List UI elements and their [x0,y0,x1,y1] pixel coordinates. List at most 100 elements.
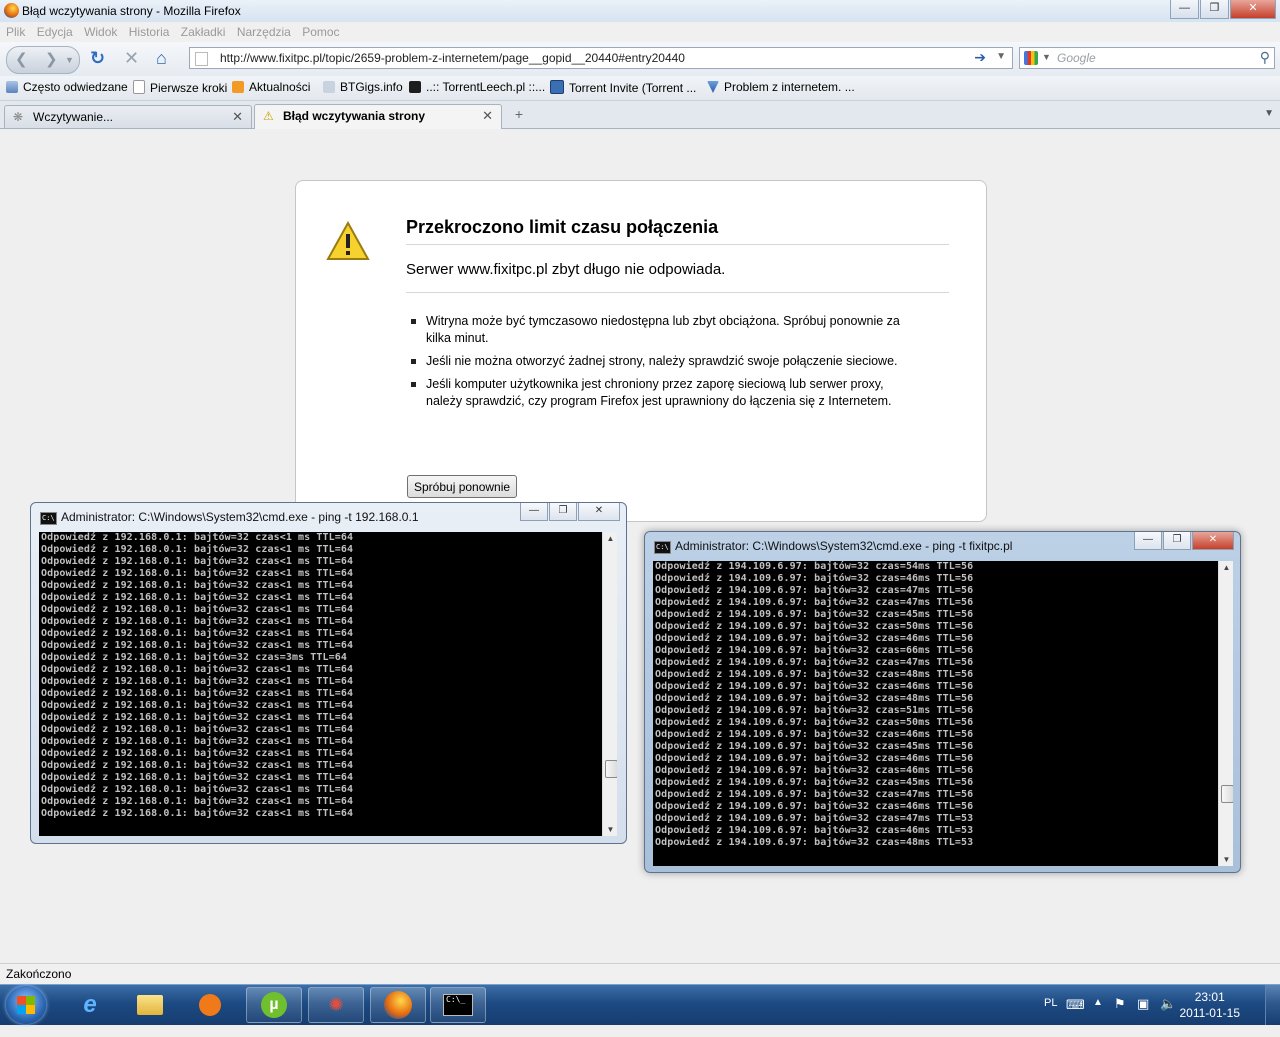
menu-pomoc[interactable]: Pomoc [302,22,339,42]
console-line: Odpowiedź z 192.168.0.1: bajtów=32 czas<… [41,688,354,699]
tab-close-icon[interactable]: ✕ [232,109,243,125]
cmd-titlebar[interactable]: C:\ Administrator: C:\Windows\System32\c… [645,532,1240,560]
url-dropdown-icon[interactable]: ▼ [996,51,1006,62]
search-bar[interactable]: ▼ Google ⚲ [1019,47,1275,69]
media-player-icon [199,994,221,1016]
loading-spinner-icon: ❋ [13,110,24,124]
torrentleech-icon [409,81,421,93]
taskbar-media-player[interactable] [182,987,238,1023]
scroll-up-icon[interactable]: ▲ [603,534,617,543]
taskbar-utorrent[interactable]: µ [246,987,302,1023]
bookmark-news[interactable]: Aktualności [232,80,310,94]
taskbar-app[interactable]: ✺ [308,987,364,1023]
window-title: Błąd wczytywania strony - Mozilla Firefo… [22,4,241,18]
console-line: Odpowiedź z 194.109.6.97: bajtów=32 czas… [655,633,974,644]
rss-feed-icon [232,81,244,93]
taskbar-explorer[interactable] [122,987,178,1023]
console-line: Odpowiedź z 192.168.0.1: bajtów=32 czas<… [41,616,354,627]
menu-edycja[interactable]: Edycja [37,22,73,42]
tab-loading[interactable]: ❋ Wczytywanie... ✕ [4,105,252,128]
home-button[interactable]: ⌂ [156,48,167,68]
search-icon[interactable]: ⚲ [1260,49,1270,66]
cmd-window-ping-router[interactable]: C:\ Administrator: C:\Windows\System32\c… [30,502,627,844]
tab-error-page[interactable]: ⚠ Błąd wczytywania strony ✕ [254,104,502,129]
clock-time: 23:01 [1194,990,1225,1004]
url-text[interactable]: http://www.fixitpc.pl/topic/2659-problem… [220,51,685,65]
tab-label: Błąd wczytywania strony [283,109,426,123]
menu-widok[interactable]: Widok [84,22,117,42]
taskbar-cmd[interactable]: C:\_ [430,987,486,1023]
close-button[interactable]: ✕ [578,503,620,521]
back-forward-group: ❮ ❯ ▼ [6,46,80,74]
engine-dropdown-icon[interactable]: ▼ [1042,52,1051,62]
bookmark-torrentleech[interactable]: ..:: TorrentLeech.pl ::... [409,80,545,94]
volume-icon[interactable]: 🔈 [1160,996,1176,1036]
bookmark-btgigs[interactable]: BTGigs.info [323,80,403,94]
maximize-button[interactable]: ❐ [1163,532,1191,550]
console-output[interactable]: Odpowiedź z 192.168.0.1: bajtów=32 czas<… [39,532,617,836]
cmd-window-ping-fixitpc[interactable]: C:\ Administrator: C:\Windows\System32\c… [644,531,1241,873]
console-line: Odpowiedź z 194.109.6.97: bajtów=32 czas… [655,801,974,812]
console-line: Odpowiedź z 194.109.6.97: bajtów=32 czas… [655,729,974,740]
scroll-up-icon[interactable]: ▲ [1219,563,1233,572]
console-output[interactable]: Odpowiedź z 194.109.6.97: bajtów=32 czas… [653,561,1233,866]
bookmark-torrent-invite[interactable]: Torrent Invite (Torrent ... [550,80,696,95]
history-dropdown-icon[interactable]: ▼ [65,55,74,65]
show-desktop-button[interactable] [1265,985,1280,1025]
google-engine-icon[interactable] [1024,51,1038,65]
network-icon[interactable]: ▣ [1137,996,1149,1036]
console-line: Odpowiedź z 194.109.6.97: bajtów=32 czas… [655,573,974,584]
close-button[interactable]: ✕ [1192,532,1234,550]
minimize-button[interactable]: — [520,503,548,521]
bookmark-problem-internet[interactable]: Problem z internetem. ... [707,80,855,94]
stop-button[interactable]: ✕ [124,48,139,68]
bookmark-label: Pierwsze kroki [150,81,228,95]
maximize-button[interactable]: ❐ [1200,0,1229,19]
maximize-button[interactable]: ❐ [549,503,577,521]
windows-taskbar: e µ ✺ C:\_ PL ⌨ ▲ ⚑ ▣ 🔈 23:01 2011-01-15 [0,984,1280,1025]
action-center-flag-icon[interactable]: ⚑ [1114,996,1126,1036]
keyboard-icon[interactable]: ⌨ [1066,997,1085,1037]
console-line: Odpowiedź z 192.168.0.1: bajtów=32 czas<… [41,544,354,555]
tab-close-icon[interactable]: ✕ [482,108,493,124]
new-tab-button[interactable]: + [506,106,532,127]
utorrent-icon: µ [261,992,287,1018]
menu-narzedzia[interactable]: Narzędzia [237,22,291,42]
console-scrollbar[interactable]: ▲ ▼ [602,532,617,836]
scroll-down-icon[interactable]: ▼ [1219,855,1233,864]
menu-plik[interactable]: Plik [6,22,25,42]
menu-historia[interactable]: Historia [129,22,170,42]
start-button[interactable] [6,986,46,1024]
console-line: Odpowiedź z 194.109.6.97: bajtów=32 czas… [655,693,974,704]
scroll-down-icon[interactable]: ▼ [603,825,617,834]
minimize-button[interactable]: — [1134,532,1162,550]
search-input[interactable]: Google [1057,51,1096,65]
reload-button[interactable]: ↻ [90,48,105,68]
go-arrow-icon[interactable]: ➔ [974,49,986,66]
system-clock[interactable]: 23:01 2011-01-15 [1180,989,1241,1021]
url-bar[interactable]: http://www.fixitpc.pl/topic/2659-problem… [189,47,1013,69]
menu-zakladki[interactable]: Zakładki [181,22,226,42]
show-hidden-icons-icon[interactable]: ▲ [1093,997,1103,1037]
console-lines: Odpowiedź z 194.109.6.97: bajtów=32 czas… [655,561,973,849]
back-button[interactable]: ❮ [15,50,28,68]
close-button[interactable]: ✕ [1230,0,1276,19]
bookmark-label: Aktualności [249,80,311,94]
app-icon: ✺ [328,994,344,1015]
console-scrollbar[interactable]: ▲ ▼ [1218,561,1233,866]
scroll-thumb[interactable] [605,760,617,778]
error-page-box: Przekroczono limit czasu połączenia Serw… [295,180,987,522]
taskbar-internet-explorer[interactable]: e [62,987,118,1023]
list-all-tabs-icon[interactable]: ▼ [1264,108,1274,119]
console-line: Odpowiedź z 194.109.6.97: bajtów=32 czas… [655,621,974,632]
retry-button[interactable]: Spróbuj ponownie [407,475,518,498]
forward-button[interactable]: ❯ [45,50,58,68]
cmd-icon: C:\ [40,512,57,525]
scroll-thumb[interactable] [1221,785,1233,803]
language-indicator[interactable]: PL [1044,997,1057,1037]
bookmark-first-steps[interactable]: Pierwsze kroki [133,80,227,95]
bookmark-most-visited[interactable]: Często odwiedzane [6,80,128,94]
minimize-button[interactable]: — [1170,0,1199,19]
cmd-titlebar[interactable]: C:\ Administrator: C:\Windows\System32\c… [31,503,626,531]
taskbar-firefox[interactable] [370,987,426,1023]
